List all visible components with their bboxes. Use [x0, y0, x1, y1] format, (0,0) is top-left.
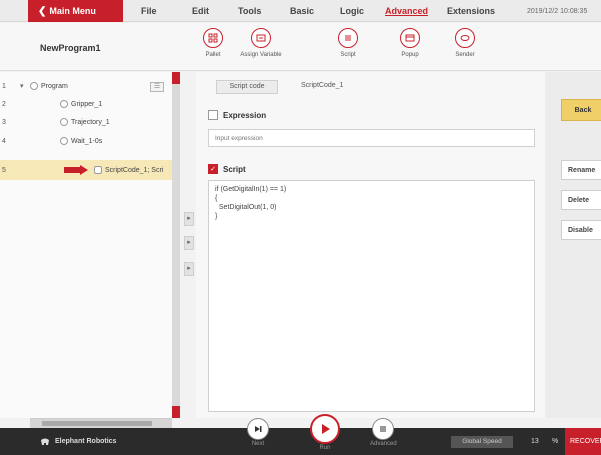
current-row-arrow-icon [64, 165, 88, 175]
chevron-left-icon: ❮ [38, 5, 47, 17]
brand: Elephant Robotics [40, 428, 116, 455]
tool-label: Popup [401, 52, 419, 58]
wait-clock-icon [60, 137, 68, 145]
menu-tools[interactable]: Tools [238, 0, 261, 22]
script-name: ScriptCode_1 [301, 82, 344, 89]
tree-row-scriptcode[interactable]: 5 ScriptCode_1; Scri [0, 160, 172, 180]
popup-icon [400, 28, 420, 48]
script-line: if (GetDigitalIn(1) == 1) [215, 186, 287, 193]
menu-basic[interactable]: Basic [290, 0, 314, 22]
tree-row-label: Trajectory_1 [71, 118, 110, 126]
main-menu-label: Main Menu [49, 6, 96, 16]
pallet-icon [203, 28, 223, 48]
row-number: 3 [2, 118, 6, 126]
collapse-all-icon[interactable]: ☰ [150, 82, 164, 92]
tool-label: Sender [455, 52, 475, 58]
menu-advanced[interactable]: Advanced [385, 0, 428, 22]
row-number: 4 [2, 137, 6, 145]
run-button[interactable]: Run [310, 414, 340, 451]
tree-row-trajectory[interactable]: 3 Trajectory_1 [0, 112, 172, 132]
advanced-label: Advanced [370, 441, 397, 447]
scroll-down-cap[interactable] [172, 406, 180, 418]
tree-row-wait[interactable]: 4 Wait_1-0s [0, 131, 172, 151]
script-line: { [215, 195, 218, 202]
tool-pallet[interactable]: Pallet [188, 28, 238, 58]
speed-value: 13 [531, 438, 539, 445]
script-code-button[interactable]: Script code [216, 80, 278, 94]
speed-unit: % [552, 438, 559, 445]
script-textarea[interactable]: if (GetDigitalIn(1) == 1) { SetDigitalOu… [208, 180, 535, 412]
script-checkbox[interactable]: ✓ [208, 164, 218, 174]
move-up-button[interactable]: ▸ [184, 212, 194, 226]
tool-sender[interactable]: Sender [440, 28, 490, 58]
tool-script[interactable]: Script [323, 28, 373, 58]
assign-variable-icon [251, 28, 271, 48]
tree-row-label: Program [41, 82, 68, 90]
tool-popup[interactable]: Popup [385, 28, 435, 58]
tree-row-label: Wait_1-0s [71, 137, 103, 145]
expression-input[interactable] [208, 129, 535, 147]
expander-icon[interactable]: ▾ [20, 82, 24, 90]
script-editor-panel: Script code ScriptCode_1 Expression ✓ Sc… [196, 72, 545, 418]
menu-extensions[interactable]: Extensions [447, 0, 495, 22]
row-number: 2 [2, 100, 6, 108]
rename-button[interactable]: Rename [561, 160, 601, 180]
back-button[interactable]: Back [561, 99, 601, 121]
program-tree: 1 ▾ Program ☰ 2 Gripper_1 3 Trajectory_1… [0, 72, 172, 418]
program-icon [30, 82, 38, 90]
bottom-status-bar: Elephant Robotics Next Run Advanced Glob… [0, 414, 601, 455]
disable-button[interactable]: Disable [561, 220, 601, 240]
trajectory-icon [60, 118, 68, 126]
row-number: 5 [2, 166, 6, 174]
menu-file[interactable]: File [141, 0, 157, 22]
tree-row-program[interactable]: 1 ▾ Program [0, 76, 172, 96]
program-title: NewProgram1 [40, 43, 101, 53]
run-label: Run [319, 445, 331, 451]
tree-row-gripper[interactable]: 2 Gripper_1 [0, 94, 172, 114]
delete-button[interactable]: Delete [561, 190, 601, 210]
row-number: 1 [2, 82, 6, 90]
play-icon [310, 414, 340, 444]
elephant-logo-icon [41, 438, 49, 445]
script-icon [94, 166, 102, 174]
menu-edit[interactable]: Edit [192, 0, 209, 22]
advanced-button[interactable]: Advanced [370, 418, 397, 447]
tool-label: Assign Variable [240, 52, 282, 58]
scroll-up-cap[interactable] [172, 72, 180, 84]
expression-checkbox[interactable] [208, 110, 218, 120]
expression-label: Expression [223, 111, 267, 120]
sender-icon [455, 28, 475, 48]
main-menu-button[interactable]: ❮ Main Menu [28, 0, 123, 22]
script-line: SetDigitalOut(1, 0) [215, 204, 277, 211]
scroll-thumb[interactable] [42, 421, 152, 426]
tree-row-label: Gripper_1 [71, 100, 103, 108]
tree-vertical-scrollbar[interactable] [172, 72, 180, 418]
top-menu-bar: ❮ Main Menu File Edit Tools Basic Logic … [0, 0, 601, 22]
program-toolbar: NewProgram1 Pallet Assign Variable Scrip… [0, 23, 601, 71]
gripper-icon [60, 100, 68, 108]
script-label: Script [223, 165, 246, 174]
brand-name: Elephant Robotics [55, 438, 117, 445]
script-icon [338, 28, 358, 48]
advanced-icon [372, 418, 395, 440]
actions-panel: Back Rename Delete Disable [545, 72, 601, 418]
status-badge[interactable]: RECOVER [565, 428, 601, 455]
next-label: Next [251, 441, 265, 447]
tool-label: Pallet [205, 52, 221, 58]
script-line: } [215, 213, 218, 220]
move-down-button[interactable]: ▸ [184, 262, 194, 276]
tool-assign-variable[interactable]: Assign Variable [236, 28, 286, 58]
next-icon [247, 418, 269, 440]
datetime-display: 2019/12/2 10:08:35 [527, 7, 588, 15]
tool-label: Script [340, 52, 356, 58]
move-right-button[interactable]: ▸ [184, 236, 194, 250]
tree-horizontal-scrollbar[interactable] [30, 418, 172, 428]
tree-row-label: ScriptCode_1; Scri [105, 166, 164, 174]
global-speed-label[interactable]: Global Speed [451, 436, 513, 448]
menu-logic[interactable]: Logic [340, 0, 364, 22]
next-button[interactable]: Next [247, 418, 269, 447]
